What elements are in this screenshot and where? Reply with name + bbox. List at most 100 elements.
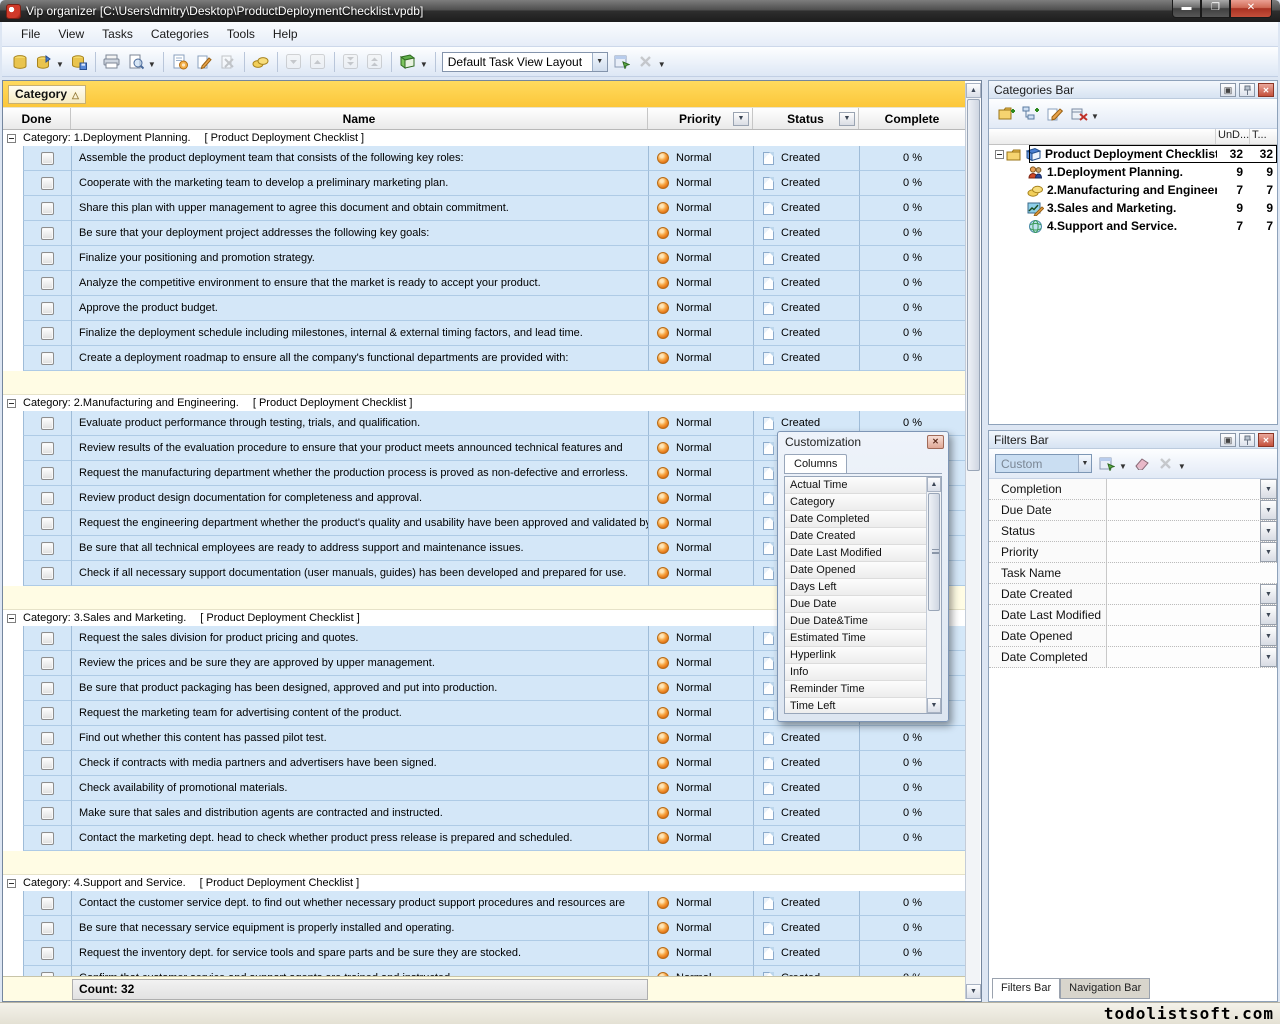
menu-view[interactable]: View (49, 23, 93, 45)
task-row[interactable]: Share this plan with upper management to… (3, 196, 965, 221)
apply-filter-caret[interactable]: ▼ (1119, 462, 1127, 471)
layout-caret[interactable]: ▼ (658, 60, 666, 69)
collapse-icon[interactable] (7, 879, 16, 888)
filter-dropdown-button[interactable]: ▼ (1260, 647, 1277, 667)
tree-col-total[interactable]: T... (1249, 129, 1277, 144)
column-option[interactable]: Days Left (785, 579, 926, 596)
task-checkbox[interactable] (41, 897, 54, 910)
task-name-cell[interactable]: Request the engineering department wheth… (71, 511, 648, 536)
edit-task-button[interactable] (192, 50, 216, 74)
columns-scroll-down[interactable]: ▼ (927, 698, 941, 713)
task-checkbox[interactable] (41, 227, 54, 240)
task-name-cell[interactable]: Make sure that sales and distribution ag… (71, 801, 648, 826)
filter-dropdown-button[interactable]: ▼ (1260, 500, 1277, 520)
task-checkbox[interactable] (41, 657, 54, 670)
task-name-cell[interactable]: Find out whether this content has passed… (71, 726, 648, 751)
filter-dropdown-button[interactable]: ▼ (1260, 521, 1277, 541)
task-checkbox[interactable] (41, 492, 54, 505)
tree-category-item[interactable]: 1.Deployment Planning.99 (989, 163, 1277, 181)
task-checkbox[interactable] (41, 947, 54, 960)
tree-category-item[interactable]: 3.Sales and Marketing.99 (989, 199, 1277, 217)
tree-category-item[interactable]: 2.Manufacturing and Engineering.77 (989, 181, 1277, 199)
task-row[interactable]: Create a deployment roadmap to ensure al… (3, 346, 965, 371)
category-group-row[interactable]: Category: 1.Deployment Planning.[ Produc… (3, 130, 965, 146)
menu-categories[interactable]: Categories (142, 23, 218, 45)
task-row[interactable]: Finalize your positioning and promotion … (3, 246, 965, 271)
task-name-cell[interactable]: Check if contracts with media partners a… (71, 751, 648, 776)
task-name-cell[interactable]: Review results of the evaluation procedu… (71, 436, 648, 461)
task-checkbox[interactable] (41, 417, 54, 430)
delete-filter-button[interactable] (1154, 452, 1178, 476)
filters-restore-button[interactable]: ▣ (1220, 433, 1236, 447)
filter-value-field[interactable] (1107, 605, 1260, 625)
move-top-button[interactable] (363, 50, 387, 74)
task-checkbox[interactable] (41, 442, 54, 455)
task-name-cell[interactable]: Evaluate product performance through tes… (71, 411, 648, 436)
new-subcategory-button[interactable] (1019, 102, 1043, 126)
tree-col-undone[interactable]: UnD... (1215, 129, 1249, 144)
task-row[interactable]: Check if contracts with media partners a… (3, 751, 965, 776)
filters-toolbar-caret[interactable]: ▼ (1178, 462, 1186, 471)
tab-navigation-bar[interactable]: Navigation Bar (1060, 978, 1150, 999)
column-header-complete[interactable]: Complete (859, 108, 965, 129)
task-name-cell[interactable]: Share this plan with upper management to… (71, 196, 648, 221)
task-checkbox[interactable] (41, 732, 54, 745)
task-name-cell[interactable]: Check if all necessary support documenta… (71, 561, 648, 586)
filter-dropdown-button[interactable]: ▼ (1260, 605, 1277, 625)
filter-value-field[interactable] (1107, 563, 1277, 583)
columns-scroll-up[interactable]: ▲ (927, 477, 941, 492)
filter-preset-arrow[interactable]: ▼ (1078, 455, 1091, 472)
task-name-cell[interactable]: Create a deployment roadmap to ensure al… (71, 346, 648, 371)
task-name-cell[interactable]: Assemble the product deployment team tha… (71, 146, 648, 171)
filter-dropdown-button[interactable]: ▼ (1260, 479, 1277, 499)
open-database-button[interactable] (32, 50, 56, 74)
task-checkbox[interactable] (41, 352, 54, 365)
category-group-row[interactable]: Category: 4.Support and Service.[ Produc… (3, 875, 965, 891)
task-row[interactable]: Assemble the product deployment team tha… (3, 146, 965, 171)
tab-filters-bar[interactable]: Filters Bar (992, 978, 1060, 999)
task-name-cell[interactable]: Finalize the deployment schedule includi… (71, 321, 648, 346)
task-row[interactable]: Request the inventory dept. for service … (3, 941, 965, 966)
task-row[interactable]: Approve the product budget.NormalCreated… (3, 296, 965, 321)
task-name-cell[interactable]: Be sure that product packaging has been … (71, 676, 648, 701)
column-option[interactable]: Estimated Time (785, 630, 926, 647)
categories-restore-button[interactable]: ▣ (1220, 83, 1236, 97)
title-bar[interactable]: Vip organizer [C:\Users\dmitry\Desktop\P… (0, 0, 1280, 22)
task-row[interactable]: Check availability of promotional materi… (3, 776, 965, 801)
edit-category-button[interactable] (1043, 102, 1067, 126)
collapse-icon[interactable] (995, 150, 1004, 159)
column-option[interactable]: Info (785, 664, 926, 681)
new-task-button[interactable] (168, 50, 192, 74)
filter-value-field[interactable] (1107, 647, 1260, 667)
column-option[interactable]: Category (785, 494, 926, 511)
grid-vertical-scrollbar[interactable]: ▲ ▼ (965, 83, 980, 999)
task-checkbox[interactable] (41, 202, 54, 215)
task-checkbox[interactable] (41, 302, 54, 315)
print-button[interactable] (100, 50, 124, 74)
task-checkbox[interactable] (41, 177, 54, 190)
task-checkbox[interactable] (41, 327, 54, 340)
new-database-button[interactable] (8, 50, 32, 74)
columns-scroll-thumb[interactable] (928, 493, 940, 611)
move-bottom-button[interactable] (339, 50, 363, 74)
layout-combobox-arrow[interactable]: ▼ (592, 53, 607, 71)
customization-dialog[interactable]: Customization ✕ Columns Actual TimeCateg… (777, 431, 949, 722)
column-header-done[interactable]: Done (3, 108, 71, 129)
status-filter-button[interactable]: ▼ (839, 112, 855, 126)
delete-task-button[interactable] (216, 50, 240, 74)
collapse-icon[interactable] (7, 399, 16, 408)
task-name-cell[interactable]: Analyze the competitive environment to e… (71, 271, 648, 296)
column-option[interactable]: Date Last Modified (785, 545, 926, 562)
menu-help[interactable]: Help (264, 23, 307, 45)
column-header-status[interactable]: Status ▼ (753, 108, 859, 129)
task-checkbox[interactable] (41, 517, 54, 530)
column-option[interactable]: Date Opened (785, 562, 926, 579)
tab-columns[interactable]: Columns (784, 454, 847, 473)
task-name-cell[interactable]: Be sure that your deployment project add… (71, 221, 648, 246)
layout-combobox[interactable]: Default Task View Layout ▼ (442, 52, 608, 72)
delete-layout-button[interactable] (634, 50, 658, 74)
group-by-category-button[interactable]: Category△ (8, 85, 86, 104)
column-option[interactable]: Due Date&Time (785, 613, 926, 630)
filter-value-field[interactable] (1107, 521, 1260, 541)
task-checkbox[interactable] (41, 807, 54, 820)
